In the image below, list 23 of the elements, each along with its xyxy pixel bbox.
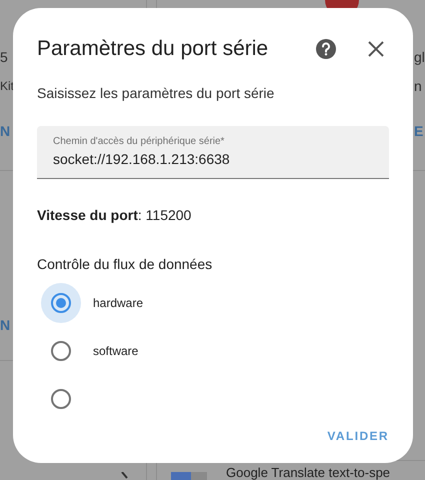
logo-icon [325,0,359,10]
background-link[interactable]: E [414,124,424,138]
validate-button[interactable]: VALIDER [327,423,389,450]
background-text: 5 [0,50,8,64]
radio-label: software [93,343,138,360]
field-label: Chemin d'accès du périphérique série* [53,136,226,148]
background-text: gl [414,50,425,64]
background-title: Google Translate text-to-spe [226,466,390,479]
close-icon[interactable] [367,40,385,58]
background-link[interactable]: N [0,124,10,138]
device-path-field[interactable]: socket://192.168.1.213:6638 [53,149,373,170]
help-icon[interactable] [315,38,337,60]
radio-button[interactable] [41,283,81,324]
radio-label: hardware [93,295,144,312]
dialog-title: Paramètres du port série [37,36,268,62]
background-link[interactable]: N [0,318,10,332]
background-text: n [414,79,422,93]
text-field[interactable]: Chemin d'accès du périphérique série* socket://192.168.1.213:6638 [37,126,389,180]
flow-control-label: Contrôle du flux de données [37,255,214,274]
port-speed-text: Vitesse du port: 115200 [37,206,192,226]
chevron-icon [120,472,130,480]
background-text: Kit [0,80,14,92]
dialog-subtitle: Saisissez les paramètres du port série [37,84,276,104]
